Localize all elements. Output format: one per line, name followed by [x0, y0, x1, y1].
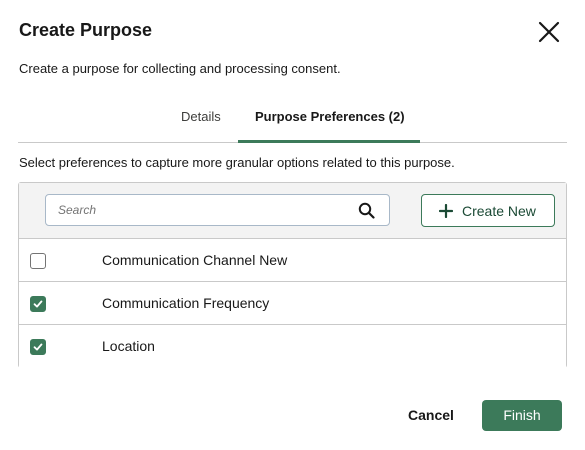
- cancel-button[interactable]: Cancel: [395, 401, 467, 429]
- checkmark-icon: [33, 343, 43, 351]
- preference-label: Location: [102, 338, 155, 354]
- active-tab-indicator: [238, 140, 420, 143]
- finish-button[interactable]: Finish: [482, 400, 562, 431]
- preferences-table: Create New Communication Channel New Com…: [18, 182, 567, 368]
- checkmark-icon: [33, 300, 43, 308]
- preference-checkbox[interactable]: [30, 253, 46, 269]
- tab-details[interactable]: Details: [181, 109, 221, 124]
- instructions-text: Select preferences to capture more granu…: [19, 155, 455, 170]
- tab-bar: Details Purpose Preferences (2): [18, 100, 567, 143]
- create-new-button[interactable]: Create New: [421, 194, 555, 227]
- table-row: Communication Frequency: [19, 282, 566, 325]
- modal-title: Create Purpose: [19, 20, 153, 40]
- tab-purpose-preferences[interactable]: Purpose Preferences (2): [255, 109, 405, 124]
- close-button[interactable]: [536, 19, 562, 45]
- table-toolbar: Create New: [19, 183, 566, 239]
- search-box[interactable]: [45, 194, 390, 226]
- table-row: Location: [19, 325, 566, 368]
- preference-checkbox[interactable]: [30, 339, 46, 355]
- search-input[interactable]: [47, 196, 347, 224]
- search-icon[interactable]: [358, 202, 375, 219]
- modal-subtitle: Create a purpose for collecting and proc…: [19, 61, 341, 76]
- preference-label: Communication Channel New: [102, 252, 288, 268]
- preference-label: Communication Frequency: [102, 295, 270, 311]
- close-icon[interactable]: [536, 19, 562, 45]
- plus-icon: [439, 204, 453, 218]
- table-row: Communication Channel New: [19, 239, 566, 282]
- create-new-label: Create New: [462, 203, 536, 219]
- preference-checkbox[interactable]: [30, 296, 46, 312]
